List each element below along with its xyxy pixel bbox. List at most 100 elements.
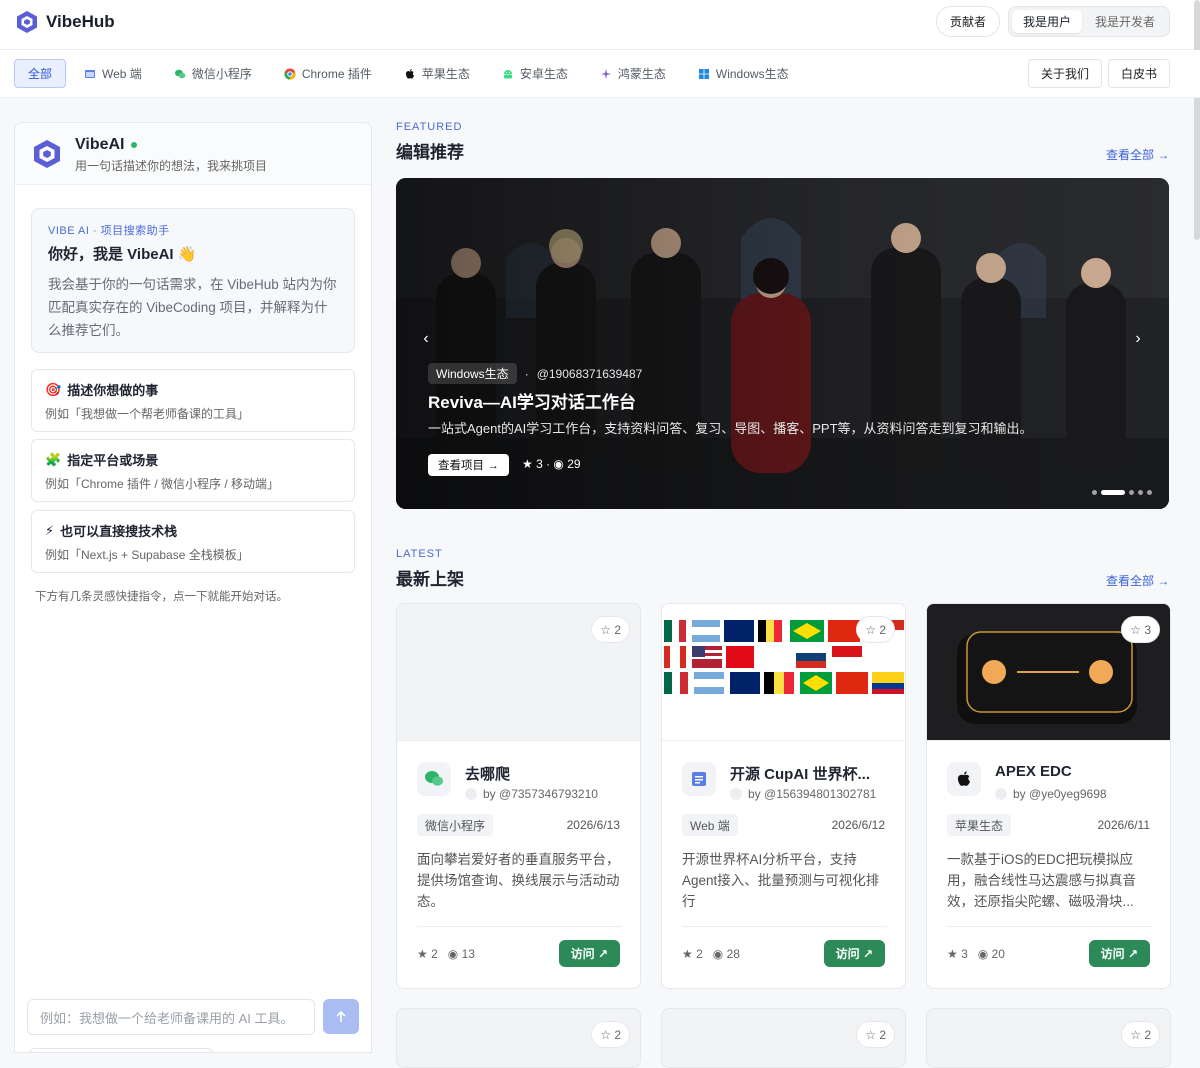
chat-input[interactable]: 例如：我想做一个给老师备课用的 AI 工具。 <box>27 999 315 1035</box>
card-date: 2026/6/13 <box>566 818 620 832</box>
carousel-dots <box>1092 490 1152 495</box>
chat-subtitle: 用一句话描述你的想法，我来挑项目 <box>75 159 268 173</box>
avatar <box>995 788 1007 800</box>
nav-item-all[interactable]: 全部 <box>14 59 67 88</box>
latest-see-all-link[interactable]: 查看全部 → <box>1106 572 1169 589</box>
target-icon: 🎯 <box>45 381 62 397</box>
web-icon <box>682 762 716 796</box>
whitepaper-button[interactable]: 白皮书 <box>1107 59 1170 88</box>
tip-desc: 例如「我想做一个帮老师备课的工具」 <box>45 407 250 421</box>
card-date: 2026/6/12 <box>831 818 885 832</box>
role-developer-tab[interactable]: 我是开发者 <box>1084 10 1166 33</box>
project-card[interactable]: ☆ 2 <box>926 1008 1171 1068</box>
quick-prompt-chip[interactable] <box>29 1048 213 1052</box>
nav-label: 苹果生态 <box>421 67 470 81</box>
star-button[interactable]: ☆ 2 <box>856 1021 895 1048</box>
view-project-button[interactable]: 查看项目 → <box>428 454 509 476</box>
nav-item-android[interactable]: 安卓生态 <box>488 59 582 88</box>
visit-button[interactable]: 访问 ↗ <box>1088 940 1150 967</box>
about-button[interactable]: 关于我们 <box>1027 59 1102 88</box>
nav-item-wechat[interactable]: 微信小程序 <box>160 59 266 88</box>
star-count: ★ 2 <box>417 947 438 961</box>
card-description: 开源世界杯AI分析平台，支持Agent接入、批量预测与可视化排行 <box>682 852 880 909</box>
hero-author[interactable]: @19068371639487 <box>537 367 643 381</box>
brand-logo[interactable]: VibeHub <box>16 10 115 34</box>
card-author: by @156394801302781 <box>730 787 876 801</box>
hero-overlay <box>396 178 1169 509</box>
card-title[interactable]: 开源 CupAI 世界杯... <box>730 763 870 784</box>
star-button[interactable]: ☆ 3 <box>1121 616 1160 643</box>
carousel-dot[interactable] <box>1138 490 1143 495</box>
android-icon <box>502 68 514 80</box>
page-scrollbar[interactable] <box>1194 0 1200 240</box>
project-card[interactable]: ☆ 2 <box>661 1008 906 1068</box>
nav-item-web[interactable]: Web 端 <box>70 59 156 88</box>
tip-card-describe[interactable]: 🎯 描述你想做的事 例如「我想做一个帮老师备课的工具」 <box>31 369 355 432</box>
carousel-next-icon[interactable]: › <box>1128 330 1148 348</box>
tip-title: 也可以直接搜技术栈 <box>60 524 178 539</box>
vibeai-logo-icon <box>34 140 60 168</box>
latest-title: 最新上架 <box>396 570 464 589</box>
star-button[interactable]: ☆ 2 <box>1121 1021 1160 1048</box>
visit-button[interactable]: 访问 ↗ <box>558 940 620 967</box>
star-button[interactable]: ☆ 2 <box>856 616 895 643</box>
card-author-text: by @7357346793210 <box>483 787 598 801</box>
carousel-dot[interactable] <box>1147 490 1152 495</box>
card-title[interactable]: APEX EDC <box>995 763 1072 780</box>
card-author: by @ye0yeg9698 <box>995 787 1107 801</box>
card-author-text: by @ye0yeg9698 <box>1013 787 1107 801</box>
card-platform-tag: 苹果生态 <box>947 814 1012 836</box>
carousel-dot-active[interactable] <box>1101 490 1125 495</box>
card-stats: ★ 2 ◉ 13 <box>417 947 475 961</box>
project-card[interactable]: ☆ 2 开源 CupAI 世界杯... by @156394801302781 … <box>661 603 906 989</box>
view-count: ◉ 13 <box>447 947 475 961</box>
tip-title: 指定平台或场景 <box>67 453 159 468</box>
card-stats: ★ 2 ◉ 28 <box>682 947 740 961</box>
nav-item-chrome[interactable]: Chrome 插件 <box>270 59 386 88</box>
meta-dot: · <box>524 366 529 381</box>
star-button[interactable]: ☆ 2 <box>591 616 630 643</box>
card-stats: ★ 3 ◉ 20 <box>947 947 1005 961</box>
card-description: 面向攀岩爱好者的垂直服务平台，提供场馆查询、换线展示与活动动态。 <box>417 852 620 909</box>
featured-carousel[interactable]: ‹ › Windows生态 · @19068371639487 Reviva—A… <box>396 178 1169 509</box>
avatar <box>730 788 742 800</box>
project-card[interactable]: ☆ 2 去哪爬 by @7357346793210 微信小程序 2026/6/1… <box>396 603 641 989</box>
card-divider <box>682 926 887 927</box>
card-title[interactable]: 去哪爬 <box>465 763 510 784</box>
nav-item-apple[interactable]: 苹果生态 <box>390 59 484 88</box>
nav-label: 微信小程序 <box>191 67 252 81</box>
card-author-text: by @156394801302781 <box>748 787 877 801</box>
star-count: ★ 3 <box>947 947 968 961</box>
chat-title-text: VibeAI <box>75 136 125 153</box>
intro-body: 我会基于你的一句话需求，在 VibeHub 站内为你匹配真实存在的 VibeCo… <box>48 277 337 338</box>
view-count: ◉ 28 <box>712 947 740 961</box>
latest-kicker: LATEST <box>396 548 443 560</box>
carousel-dot[interactable] <box>1092 490 1097 495</box>
vibehub-logo-icon <box>17 11 37 33</box>
star-button[interactable]: ☆ 2 <box>591 1021 630 1048</box>
carousel-prev-icon[interactable]: ‹ <box>416 330 436 348</box>
tip-card-platform[interactable]: 🧩 指定平台或场景 例如「Chrome 插件 / 微信小程序 / 移动端」 <box>31 439 355 502</box>
vibeai-chat-panel: VibeAI 用一句话描述你的想法，我来挑项目 VIBE AI · 项目搜索助手… <box>14 122 372 1053</box>
hero-description: 一站式Agent的AI学习工作台，支持资料问答、复习、导图、播客、PPT等，从资… <box>428 421 1033 436</box>
project-card[interactable]: ☆ 2 <box>396 1008 641 1068</box>
role-switch: 我是用户 我是开发者 <box>1007 6 1170 37</box>
web-icon <box>84 68 96 80</box>
contributors-button[interactable]: 贡献者 <box>935 6 1000 37</box>
nav-item-harmony[interactable]: 鸿蒙生态 <box>586 59 680 88</box>
arrow-up-icon <box>336 1010 346 1022</box>
chat-title: VibeAI <box>75 136 137 154</box>
visit-button[interactable]: 访问 ↗ <box>823 940 885 967</box>
project-card[interactable]: ☆ 3 APEX EDC by @ye0yeg9698 苹果生态 2026/6/… <box>926 603 1171 989</box>
nav-item-windows[interactable]: Windows生态 <box>684 59 803 88</box>
hero-project-title[interactable]: Reviva—AI学习对话工作台 <box>428 388 636 413</box>
tip-title: 描述你想做的事 <box>67 383 159 398</box>
carousel-dot[interactable] <box>1129 490 1134 495</box>
nav-label: Windows生态 <box>715 67 789 81</box>
tip-card-techstack[interactable]: ⚡ 也可以直接搜技术栈 例如「Next.js + Supabase 全栈模板」 <box>31 510 355 573</box>
role-user-tab[interactable]: 我是用户 <box>1011 10 1082 33</box>
send-button[interactable] <box>323 999 359 1034</box>
apple-icon <box>404 68 416 80</box>
tip-desc: 例如「Next.js + Supabase 全栈模板」 <box>45 548 249 562</box>
featured-see-all-link[interactable]: 查看全部 → <box>1106 146 1169 163</box>
